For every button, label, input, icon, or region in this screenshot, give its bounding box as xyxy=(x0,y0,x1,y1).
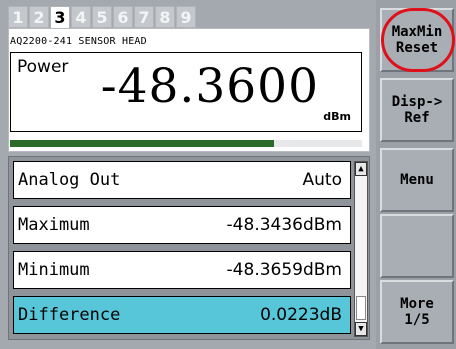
tab-6[interactable]: 6 xyxy=(113,6,133,28)
scroll-down-icon[interactable]: ▼ xyxy=(355,322,367,336)
scroll-thumb[interactable] xyxy=(356,296,366,320)
minimum-value: -48.3659dBm xyxy=(226,260,342,280)
analog-out-label: Analog Out xyxy=(18,170,121,190)
tab-1[interactable]: 1 xyxy=(8,6,28,28)
tab-2[interactable]: 2 xyxy=(29,6,49,28)
more-button[interactable]: More 1/5 xyxy=(380,280,454,344)
tab-5[interactable]: 5 xyxy=(92,6,112,28)
tab-8[interactable]: 8 xyxy=(155,6,175,28)
maxmin-reset-button[interactable]: MaxMin Reset xyxy=(380,8,454,72)
power-level-fill xyxy=(10,140,274,147)
power-readout: Power -48.3600 dBm xyxy=(10,52,362,132)
maximum-value: -48.3436dBm xyxy=(226,215,342,235)
tab-4[interactable]: 4 xyxy=(71,6,91,28)
list-item-analog-out[interactable]: Analog Out Auto xyxy=(13,161,351,199)
power-value: -48.3600 xyxy=(100,59,319,114)
blank-softkey[interactable] xyxy=(380,214,454,278)
list-scrollbar[interactable]: ▲ ▼ xyxy=(354,161,368,337)
difference-label: Difference xyxy=(18,305,121,325)
list-item-maximum[interactable]: Maximum -48.3436dBm xyxy=(13,206,351,244)
tab-9[interactable]: 9 xyxy=(176,6,196,28)
tab-7[interactable]: 7 xyxy=(134,6,154,28)
scroll-up-icon[interactable]: ▲ xyxy=(355,162,367,176)
power-level-bar xyxy=(10,140,362,147)
difference-value: 0.0223dB xyxy=(260,305,342,325)
power-label: Power xyxy=(17,57,69,77)
power-unit: dBm xyxy=(323,110,351,123)
sensor-head-label: AQ2200-241 SENSOR HEAD xyxy=(10,36,147,47)
disp-ref-button[interactable]: Disp-> Ref xyxy=(380,78,454,142)
menu-button[interactable]: Menu xyxy=(380,148,454,212)
list-item-minimum[interactable]: Minimum -48.3659dBm xyxy=(13,251,351,289)
instrument-screen: 1 2 3 4 5 6 7 8 9 AQ2200-241 SENSOR HEAD… xyxy=(0,0,456,349)
softkey-panel: MaxMin Reset Disp-> Ref Menu More 1/5 xyxy=(376,0,456,349)
analog-out-value: Auto xyxy=(302,170,342,190)
minimum-label: Minimum xyxy=(18,260,90,280)
list-item-difference[interactable]: Difference 0.0223dB xyxy=(13,296,351,334)
channel-tabs: 1 2 3 4 5 6 7 8 9 xyxy=(8,6,197,32)
parameter-list: Analog Out Auto Maximum -48.3436dBm Mini… xyxy=(8,156,370,340)
maximum-label: Maximum xyxy=(18,215,90,235)
